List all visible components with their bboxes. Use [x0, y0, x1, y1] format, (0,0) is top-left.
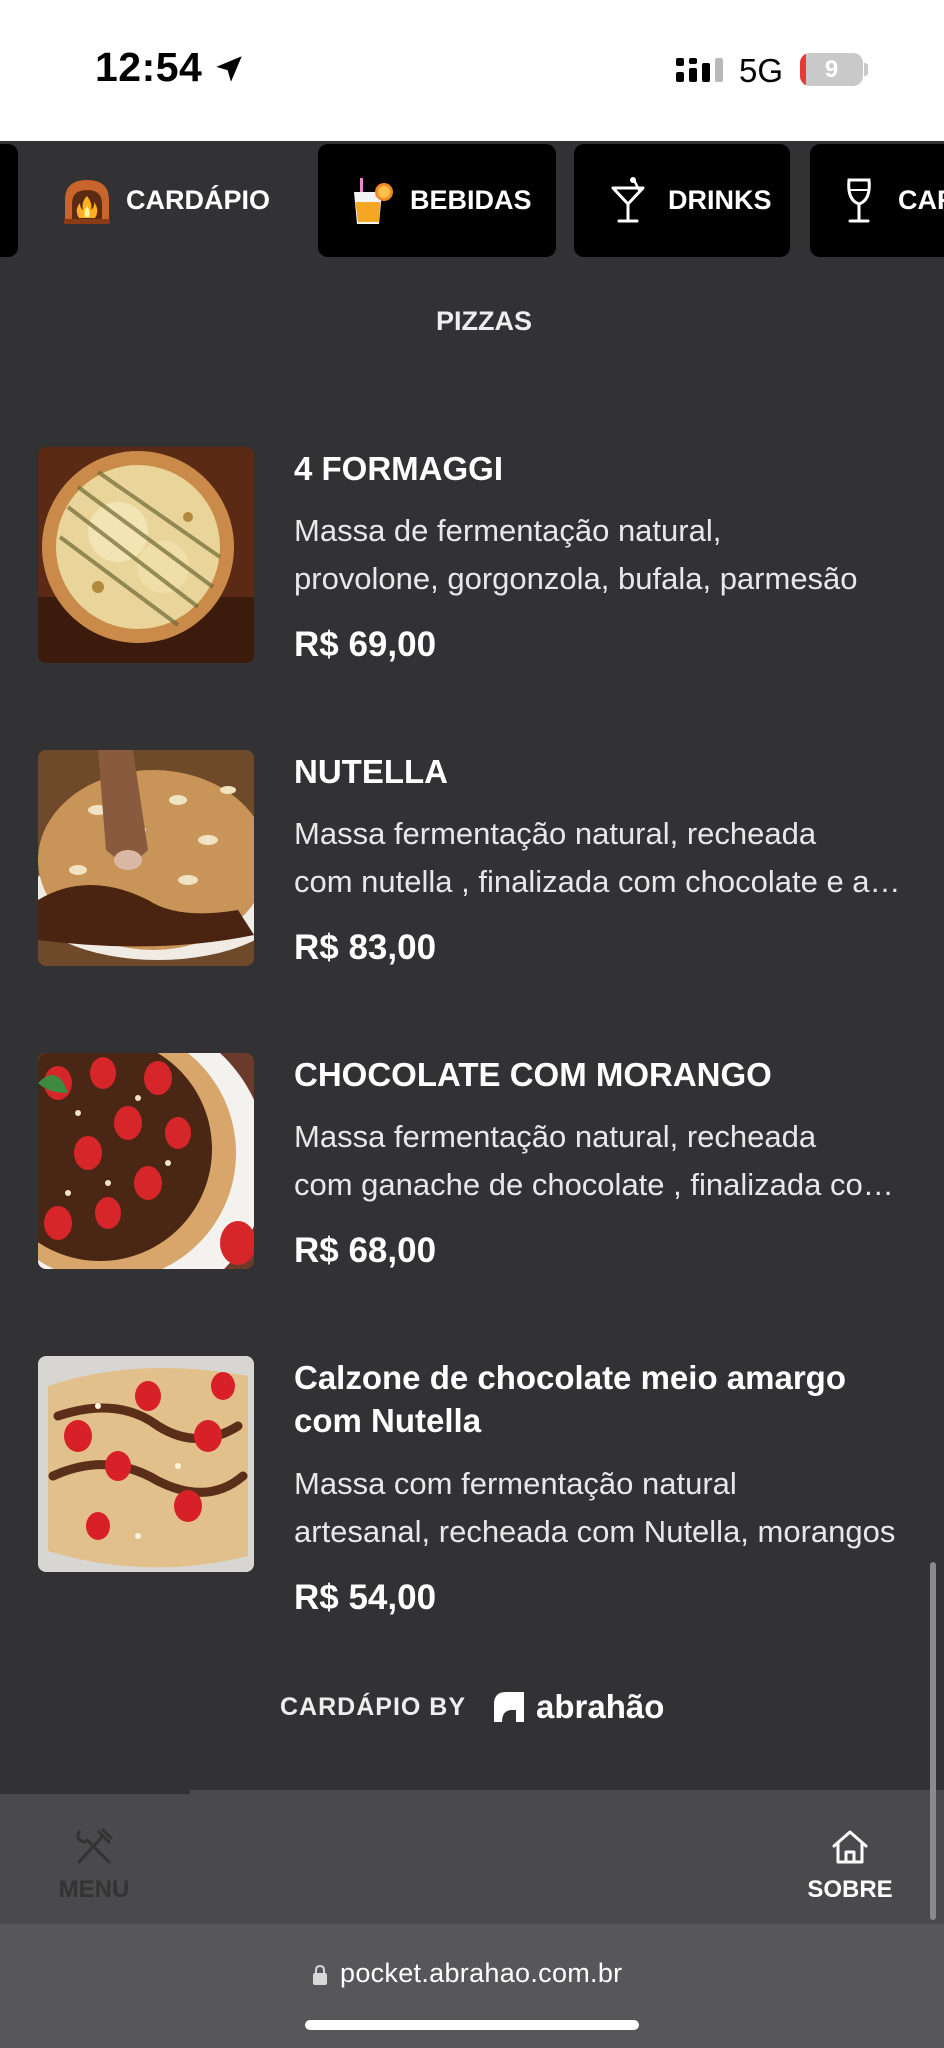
nav-menu[interactable]: MENU	[44, 1790, 144, 1924]
item-description: Massa fermentação natural, recheada	[294, 1119, 817, 1154]
item-photo	[38, 750, 254, 966]
battery-icon: 9	[800, 53, 863, 86]
powered-by-label: CARDÁPIO BY	[280, 1692, 467, 1721]
item-price: R$ 69,00	[294, 625, 437, 664]
scrollbar[interactable]	[930, 1562, 936, 1920]
item-description: com ganache de chocolate , finalizada co…	[294, 1167, 914, 1202]
tab-label: CAR	[898, 185, 944, 215]
item-description: provolone, gorgonzola, bufala, parmesão	[294, 561, 858, 596]
home-indicator[interactable]	[305, 2020, 639, 2030]
item-photo	[38, 1356, 254, 1572]
item-description: Massa com fermentação natural	[294, 1466, 737, 1501]
item-description: com nutella , finalizada com chocolate e…	[294, 864, 914, 899]
menu-item[interactable]: 4 FORMAGGI Massa de fermentação natural,…	[38, 447, 898, 664]
tab-label: DRINKS	[668, 185, 772, 215]
home-icon	[832, 1830, 868, 1864]
oven-icon	[64, 179, 110, 224]
item-description: artesanal, recheada com Nutella, morango…	[294, 1514, 896, 1549]
cocktail-icon	[611, 176, 645, 222]
tab-carta-vinhos[interactable]: CAR	[810, 144, 944, 257]
cellular-signal-icon	[676, 58, 723, 82]
item-price: R$ 54,00	[294, 1578, 437, 1617]
nav-label: SOBRE	[807, 1876, 893, 1903]
tab-previous-partial[interactable]	[0, 144, 18, 257]
wine-glass-icon	[847, 178, 871, 222]
utensils-icon	[76, 1828, 113, 1864]
brand-name: abrahão	[536, 1688, 665, 1725]
location-arrow-icon	[216, 56, 242, 82]
item-description: Massa de fermentação natural,	[294, 513, 722, 548]
menu-item[interactable]: NUTELLA Massa fermentação natural, reche…	[38, 750, 914, 967]
juice-icon	[354, 177, 393, 224]
tab-bebidas[interactable]: BEBIDAS	[318, 144, 556, 257]
abrahao-logo-icon	[494, 1692, 525, 1722]
item-photo	[38, 447, 254, 663]
powered-by[interactable]: CARDÁPIO BY abrahão	[280, 1688, 664, 1726]
item-photo	[38, 1053, 254, 1269]
item-description: Massa fermentação natural, recheada	[294, 816, 817, 851]
item-name: CHOCOLATE COM MORANGO	[294, 1056, 772, 1093]
item-name: NUTELLA	[294, 753, 448, 790]
item-name: 4 FORMAGGI	[294, 450, 504, 487]
url-text: pocket.abrahao.com.br	[340, 1958, 623, 1988]
item-name: Calzone de chocolate meio amargo com Nut…	[294, 1359, 846, 1439]
menu-item[interactable]: Calzone de chocolate meio amargo com Nut…	[38, 1356, 898, 1622]
item-price: R$ 68,00	[294, 1231, 437, 1270]
browser-url-bar[interactable]: pocket.abrahao.com.br	[0, 1924, 944, 2048]
nav-label: MENU	[58, 1876, 130, 1903]
battery-percent: 9	[824, 56, 839, 83]
tab-cardapio[interactable]: CARDÁPIO	[34, 144, 312, 257]
tab-label: BEBIDAS	[410, 185, 532, 215]
category-tabs: CARDÁPIO BEBIDAS DRINKS CAR	[0, 141, 944, 259]
menu-item[interactable]: CHOCOLATE COM MORANGO Massa fermentação …	[38, 1053, 914, 1270]
lock-icon	[313, 1964, 327, 1985]
nav-sobre[interactable]: SOBRE	[800, 1790, 900, 1924]
status-time: 12:54	[95, 44, 203, 90]
item-price: R$ 83,00	[294, 928, 437, 967]
network-type: 5G	[739, 52, 784, 89]
tab-label: CARDÁPIO	[126, 185, 271, 215]
section-title: PIZZAS	[435, 306, 532, 336]
tab-drinks[interactable]: DRINKS	[574, 144, 790, 257]
battery-cap	[864, 63, 868, 76]
bottom-nav: MENU SOBRE	[0, 1790, 944, 1924]
status-bar: 12:54 5G 9	[0, 0, 944, 141]
